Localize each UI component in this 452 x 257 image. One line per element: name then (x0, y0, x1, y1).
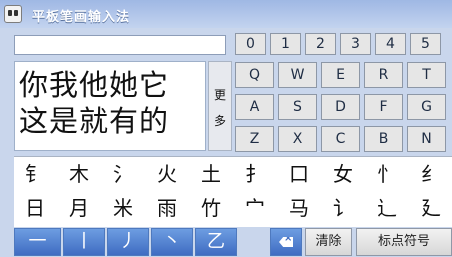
letter-key-z[interactable]: Z (235, 126, 274, 152)
radical-key[interactable]: 口 (278, 159, 320, 189)
stroke-zhe-button[interactable]: 乙 (195, 228, 237, 256)
composition-input[interactable] (14, 35, 226, 55)
radical-key[interactable]: 木 (58, 159, 100, 189)
letter-key-b[interactable]: B (364, 126, 403, 152)
stroke-pie-button[interactable]: 丿 (107, 228, 149, 256)
more-button[interactable]: 更 多 (208, 61, 232, 151)
radical-key[interactable]: 火 (146, 159, 188, 189)
radical-key[interactable]: 日 (14, 193, 56, 223)
num-key-5[interactable]: 5 (410, 33, 441, 55)
radical-key[interactable]: 纟 (410, 159, 452, 189)
letter-key-g[interactable]: G (407, 94, 446, 120)
radical-key[interactable]: 宀 (234, 193, 276, 223)
num-key-3[interactable]: 3 (340, 33, 371, 55)
stroke-heng-button[interactable]: 一 (14, 228, 61, 256)
radical-key[interactable]: 扌 (234, 159, 276, 189)
candidate-area[interactable]: 你我他她它 这是就有的 (14, 61, 206, 151)
title-bar: 平板笔画输入法 (0, 0, 452, 28)
letter-key-c[interactable]: C (321, 126, 360, 152)
candidate-row-2[interactable]: 这是就有的 (19, 104, 169, 138)
radical-key[interactable]: 马 (278, 193, 320, 223)
num-key-1[interactable]: 1 (270, 33, 301, 55)
radical-key[interactable]: 廴 (410, 193, 452, 223)
letter-key-d[interactable]: D (321, 94, 360, 120)
radical-key[interactable]: 女 (322, 159, 364, 189)
backspace-icon (279, 237, 293, 247)
letter-key-t[interactable]: T (407, 62, 446, 88)
more-label-1: 更 (214, 88, 227, 102)
radical-key[interactable]: 土 (190, 159, 232, 189)
letter-key-q[interactable]: Q (235, 62, 274, 88)
window-title: 平板笔画输入法 (32, 10, 131, 25)
letter-key-e[interactable]: E (321, 62, 360, 88)
num-key-2[interactable]: 2 (305, 33, 336, 55)
letter-key-r[interactable]: R (364, 62, 403, 88)
radical-key[interactable]: 忄 (366, 159, 408, 189)
app-icon (4, 5, 22, 23)
letter-key-s[interactable]: S (278, 94, 317, 120)
letter-key-a[interactable]: A (235, 94, 274, 120)
letter-key-w[interactable]: W (278, 62, 317, 88)
radical-key[interactable]: 氵 (102, 159, 144, 189)
stroke-dian-button[interactable]: 丶 (151, 228, 193, 256)
radical-key[interactable]: 辶 (366, 193, 408, 223)
radical-key[interactable]: 米 (102, 193, 144, 223)
clear-button[interactable]: 清除 (305, 228, 352, 256)
letter-key-x[interactable]: X (278, 126, 317, 152)
more-label-2: 多 (214, 114, 227, 128)
num-key-4[interactable]: 4 (375, 33, 406, 55)
punctuation-button[interactable]: 标点符号 (356, 228, 452, 256)
stroke-shu-button[interactable]: 丨 (63, 228, 105, 256)
radical-key[interactable]: 讠 (322, 193, 364, 223)
radical-key[interactable]: 月 (58, 193, 100, 223)
num-key-0[interactable]: 0 (235, 33, 266, 55)
letter-key-n[interactable]: N (407, 126, 446, 152)
letter-key-f[interactable]: F (364, 94, 403, 120)
radical-key[interactable]: 竹 (190, 193, 232, 223)
backspace-button[interactable] (270, 228, 302, 256)
radical-key[interactable]: 钅 (14, 159, 56, 189)
radical-panel: 钅 木 氵 火 土 扌 口 女 忄 纟 日 月 米 雨 竹 宀 马 讠 辶 廴 (14, 156, 452, 227)
candidate-row-1[interactable]: 你我他她它 (19, 68, 169, 102)
radical-key[interactable]: 雨 (146, 193, 188, 223)
